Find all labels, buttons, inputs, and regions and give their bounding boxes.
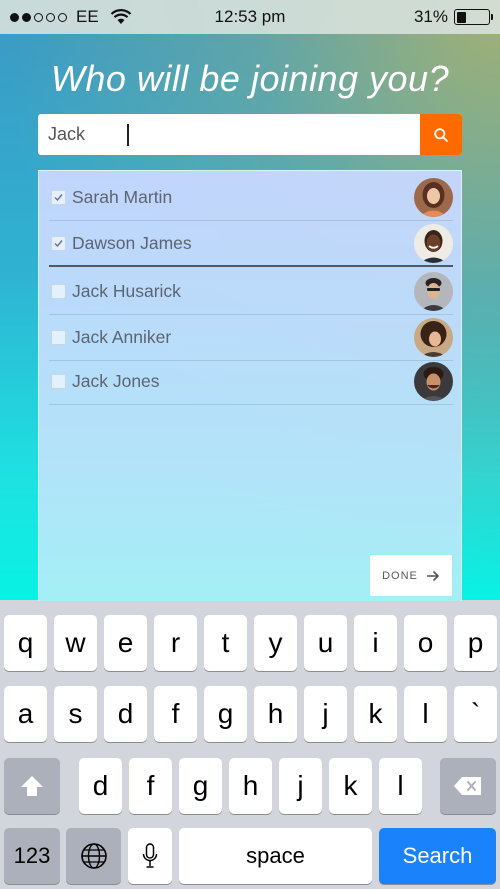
key-l[interactable]: l — [379, 758, 422, 814]
person-checkbox[interactable] — [51, 284, 66, 299]
person-name: Dawson James — [72, 232, 192, 253]
key-s[interactable]: s — [54, 686, 97, 742]
key-g[interactable]: g — [179, 758, 222, 814]
key-u[interactable]: u — [304, 615, 347, 671]
dictation-key[interactable] — [128, 828, 172, 884]
keyboard: q w e r t y u i o p a s d f g h j k l ` … — [0, 601, 500, 889]
key-q[interactable]: q — [4, 615, 47, 671]
avatar — [414, 272, 453, 311]
key-h[interactable]: h — [229, 758, 272, 814]
shift-icon — [21, 776, 43, 796]
done-label: DONE — [382, 569, 418, 582]
key-g[interactable]: g — [204, 686, 247, 742]
key-backtick[interactable]: ` — [454, 686, 497, 742]
shift-key[interactable] — [4, 758, 60, 814]
person-row[interactable]: Jack Jones — [49, 359, 453, 405]
person-checkbox[interactable] — [51, 235, 66, 251]
search-key[interactable]: Search — [379, 828, 496, 884]
person-row[interactable]: Sarah Martin — [49, 175, 453, 221]
person-checkbox[interactable] — [51, 190, 66, 205]
key-k[interactable]: k — [329, 758, 372, 814]
key-f[interactable]: f — [129, 758, 172, 814]
key-i[interactable]: i — [354, 615, 397, 671]
key-w[interactable]: w — [54, 615, 97, 671]
person-row[interactable]: Dawson James — [49, 221, 453, 267]
checkmark-icon — [54, 194, 63, 202]
key-y[interactable]: y — [254, 615, 297, 671]
microphone-icon — [142, 843, 158, 868]
key-t[interactable]: t — [204, 615, 247, 671]
numbers-key[interactable]: 123 — [4, 828, 60, 884]
person-name: Jack Jones — [72, 371, 160, 391]
page-title: Who will be joining you? — [50, 58, 450, 99]
key-p[interactable]: p — [454, 615, 497, 671]
person-row[interactable]: Jack Anniker — [49, 315, 453, 361]
key-d[interactable]: d — [79, 758, 122, 814]
key-f[interactable]: f — [154, 686, 197, 742]
person-checkbox[interactable] — [51, 330, 66, 345]
key-k[interactable]: k — [354, 686, 397, 742]
avatar — [414, 223, 453, 263]
key-a[interactable]: a — [4, 686, 47, 742]
key-j[interactable]: j — [304, 686, 347, 742]
text-cursor — [127, 124, 129, 146]
search-icon — [434, 127, 448, 142]
key-d[interactable]: d — [104, 686, 147, 742]
key-r[interactable]: r — [154, 615, 197, 671]
battery-percent: 31% — [413, 7, 448, 26]
space-key[interactable]: space — [179, 828, 372, 884]
avatar — [414, 318, 453, 357]
person-name: Jack Husarick — [72, 281, 181, 301]
backspace-icon — [454, 777, 481, 795]
arrow-right-icon — [426, 570, 440, 581]
avatar — [414, 178, 453, 217]
key-j[interactable]: j — [279, 758, 322, 814]
key-o[interactable]: o — [404, 615, 447, 671]
person-checkbox[interactable] — [51, 374, 66, 389]
backspace-key[interactable] — [440, 758, 496, 814]
key-h[interactable]: h — [254, 686, 297, 742]
battery-icon — [454, 9, 493, 25]
avatar — [414, 362, 453, 401]
person-name: Sarah Martin — [72, 187, 173, 207]
person-row[interactable]: Jack Husarick — [49, 269, 453, 315]
done-button[interactable]: DONE — [370, 555, 452, 596]
status-bar: EE 12:53 pm 31% — [0, 0, 500, 34]
globe-icon — [80, 843, 107, 869]
search-input[interactable] — [38, 114, 420, 155]
person-name: Jack Anniker — [72, 327, 172, 347]
key-l[interactable]: l — [404, 686, 447, 742]
people-list-panel: Sarah Martin Dawson James Jack Husarick … — [38, 170, 462, 610]
globe-key[interactable] — [66, 828, 121, 884]
search-button[interactable] — [420, 114, 462, 155]
search-bar — [38, 114, 462, 155]
key-e[interactable]: e — [104, 615, 147, 671]
checkmark-icon — [54, 239, 63, 247]
